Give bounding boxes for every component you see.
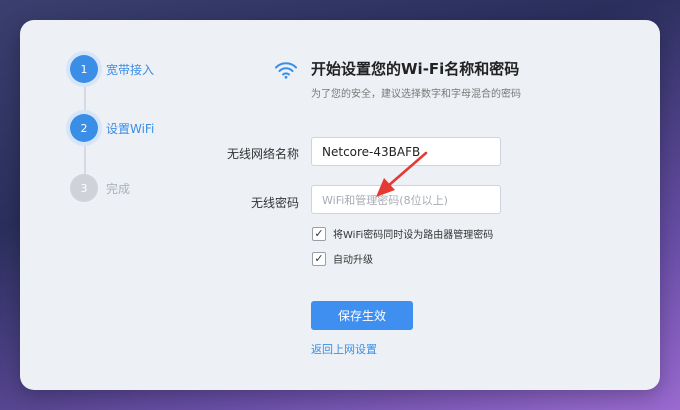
wifi-icon	[275, 62, 297, 79]
password-input[interactable]	[311, 185, 501, 214]
step-label: 设置WiFi	[106, 121, 155, 136]
step-number-badge: 1	[70, 55, 98, 83]
sync-admin-password-checkbox[interactable]: ✓	[312, 226, 326, 241]
save-button[interactable]: 保存生效	[311, 301, 413, 330]
step-label: 宽带接入	[106, 62, 155, 77]
ssid-input[interactable]	[311, 137, 501, 166]
back-to-internet-settings-link[interactable]: 返回上网设置	[311, 341, 377, 357]
ssid-label: 无线网络名称	[226, 147, 299, 161]
page-title: 开始设置您的Wi-Fi名称和密码	[311, 60, 520, 78]
setup-card: 1 宽带接入 2 设置WiFi 3 完成 开始设置您的Wi-Fi名称和密码 为了…	[20, 20, 660, 390]
step-number-badge: 3	[70, 174, 98, 202]
step-complete: 3 完成	[70, 174, 130, 202]
auto-upgrade-label: 自动升级	[333, 255, 373, 266]
auto-upgrade-checkbox[interactable]: ✓	[312, 251, 326, 266]
auto-upgrade-option[interactable]: ✓ 自动升级	[312, 251, 373, 266]
step-wifi-setup[interactable]: 2 设置WiFi	[70, 114, 154, 142]
step-broadband[interactable]: 1 宽带接入	[70, 55, 154, 83]
page-subtitle: 为了您的安全，建议选择数字和字母混合的密码	[311, 89, 521, 100]
sync-admin-password-option[interactable]: ✓ 将WiFi密码同时设为路由器管理密码	[312, 226, 493, 241]
step-label: 完成	[106, 181, 131, 196]
sync-admin-password-label: 将WiFi密码同时设为路由器管理密码	[333, 230, 494, 241]
step-number-badge: 2	[70, 114, 98, 142]
password-label: 无线密码	[250, 196, 299, 210]
